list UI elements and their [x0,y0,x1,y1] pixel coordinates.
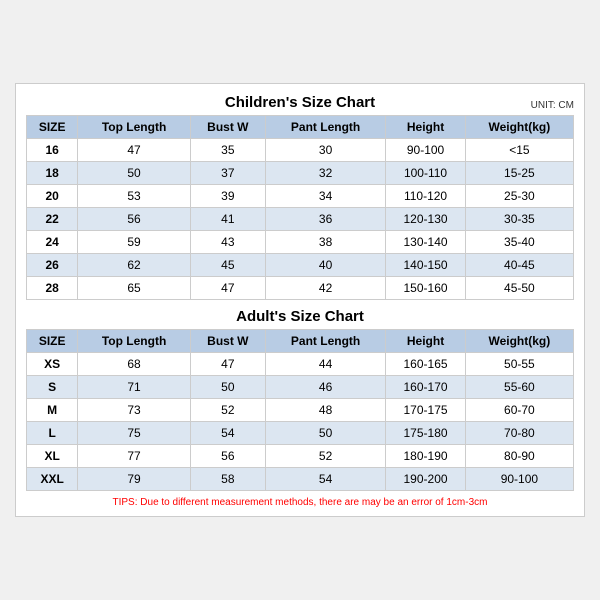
tips-text: TIPS: Due to different measurement metho… [26,497,574,508]
table-row: XS684744160-16550-55 [27,353,574,376]
table-row: 1647353090-100<15 [27,139,574,162]
table-row: 18503732100-11015-25 [27,162,574,185]
children-col-bust-w: Bust W [190,116,265,139]
adult-size-table: SIZE Top Length Bust W Pant Length Heigh… [26,329,574,491]
children-col-height: Height [386,116,465,139]
children-col-pant-length: Pant Length [265,116,385,139]
table-row: 28654742150-16045-50 [27,277,574,300]
table-row: 20533934110-12025-30 [27,185,574,208]
adult-chart-title: Adult's Size Chart [236,308,364,325]
table-row: M735248170-17560-70 [27,399,574,422]
table-row: XL775652180-19080-90 [27,445,574,468]
unit-label: UNIT: CM [531,100,574,111]
size-chart-container: Children's Size Chart UNIT: CM SIZE Top … [15,83,585,517]
table-row: 24594338130-14035-40 [27,231,574,254]
adult-col-height: Height [386,330,465,353]
children-title-row: Children's Size Chart UNIT: CM [26,94,574,111]
children-col-top-length: Top Length [78,116,191,139]
children-col-size: SIZE [27,116,78,139]
table-row: S715046160-17055-60 [27,376,574,399]
table-row: XXL795854190-20090-100 [27,468,574,491]
table-row: L755450175-18070-80 [27,422,574,445]
table-row: 26624540140-15040-45 [27,254,574,277]
table-row: 22564136120-13030-35 [27,208,574,231]
children-size-table: SIZE Top Length Bust W Pant Length Heigh… [26,115,574,300]
adult-col-bust-w: Bust W [190,330,265,353]
children-chart-title: Children's Size Chart [225,94,375,111]
adult-col-size: SIZE [27,330,78,353]
adult-header-row: SIZE Top Length Bust W Pant Length Heigh… [27,330,574,353]
adult-title-row: Adult's Size Chart [26,308,574,325]
adult-col-weight: Weight(kg) [465,330,573,353]
children-header-row: SIZE Top Length Bust W Pant Length Heigh… [27,116,574,139]
adult-col-top-length: Top Length [78,330,191,353]
children-col-weight: Weight(kg) [465,116,573,139]
adult-col-pant-length: Pant Length [265,330,385,353]
